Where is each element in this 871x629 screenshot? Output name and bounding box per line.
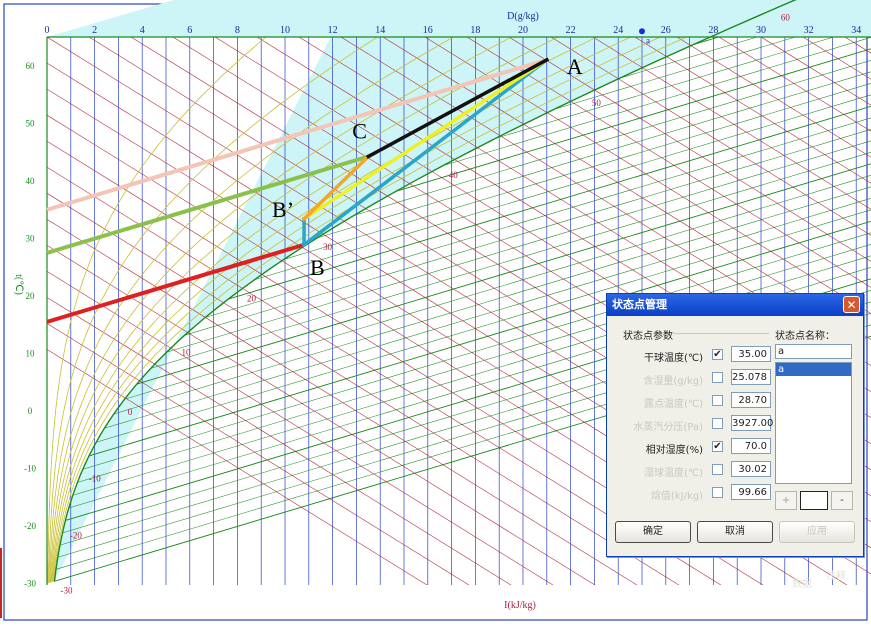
- x-tick-label: 34: [851, 25, 861, 36]
- param-label: 焓值(kJ/kg): [629, 487, 703, 502]
- x-tick-label: 30: [756, 25, 766, 36]
- param-checkbox[interactable]: ✔: [712, 441, 723, 452]
- enthalpy-label: 60: [781, 13, 791, 23]
- param-checkbox[interactable]: [712, 372, 723, 383]
- enthalpy-label: 20: [247, 294, 257, 304]
- enthalpy-label: 50: [592, 98, 602, 108]
- edge-marker: [0, 548, 2, 618]
- x-tick-label: 26: [661, 25, 671, 36]
- names-label: 状态点名称：: [775, 327, 835, 342]
- name-list[interactable]: a: [775, 362, 852, 484]
- point-label: A: [567, 54, 583, 79]
- cancel-button[interactable]: 取消: [697, 521, 773, 543]
- param-value-input[interactable]: 28.70: [731, 392, 771, 408]
- enthalpy-axis-title: I(kJ/kg): [504, 600, 536, 611]
- x-tick-label: 16: [423, 25, 433, 36]
- enthalpy-label: -20: [70, 531, 82, 541]
- param-row-wet-bulb: 湿球温度(℃) 30.02: [621, 461, 771, 479]
- apply-button[interactable]: 应用: [779, 521, 855, 543]
- param-row-relative-humidity: 相对湿度(%) ✔ 70.0: [621, 438, 771, 456]
- x-tick-label: 8: [235, 25, 240, 36]
- param-value-input[interactable]: 99.66: [731, 484, 771, 500]
- y-tick-label: -30: [24, 579, 36, 589]
- enthalpy-label: -30: [60, 585, 72, 595]
- point-label: C: [352, 118, 367, 143]
- group-divider: [673, 333, 769, 334]
- name-input[interactable]: a: [775, 344, 852, 359]
- group-label: 状态点参数: [623, 327, 673, 342]
- param-value-input[interactable]: 25.078: [731, 369, 771, 385]
- y-axis-title: t(℃): [13, 274, 24, 295]
- y-tick-label: 10: [26, 349, 36, 359]
- x-tick-label: 32: [804, 25, 814, 36]
- state-marker: [639, 28, 645, 34]
- y-tick-label: 30: [26, 234, 36, 244]
- param-value-input[interactable]: 30.02: [731, 461, 771, 477]
- y-tick-label: -20: [24, 521, 36, 531]
- state-marker-label: a: [646, 35, 650, 45]
- param-value-input[interactable]: 3927.00: [731, 415, 771, 431]
- param-label: 干球温度(℃): [629, 349, 703, 364]
- x-tick-label: 14: [375, 25, 385, 36]
- param-row-enthalpy: 焓值(kJ/kg) 99.66: [621, 484, 771, 502]
- x-tick-label: 22: [566, 25, 576, 36]
- enthalpy-label: 10: [181, 348, 191, 358]
- param-label: 相对湿度(%): [629, 441, 703, 456]
- state-point-dialog: 状态点管理 ✕ 状态点参数 干球温度(℃) ✔ 35.00 含湿量(g/kg) …: [606, 293, 864, 557]
- y-tick-label: -10: [24, 464, 36, 474]
- edit-point-button[interactable]: [800, 491, 828, 510]
- enthalpy-label: 40: [449, 170, 459, 180]
- param-value-input[interactable]: 70.0: [731, 438, 771, 454]
- dialog-titlebar: 状态点管理 ✕: [607, 294, 863, 316]
- x-tick-label: 6: [187, 25, 192, 36]
- x-tick-label: 20: [518, 25, 528, 36]
- enthalpy-label: 0: [128, 407, 133, 417]
- param-value-input[interactable]: 35.00: [731, 346, 771, 362]
- point-label: B’: [272, 197, 294, 222]
- x-tick-label: 0: [45, 25, 50, 36]
- param-checkbox[interactable]: [712, 395, 723, 406]
- add-point-button[interactable]: +: [775, 491, 797, 510]
- param-row-dry-bulb: 干球温度(℃) ✔ 35.00: [621, 346, 771, 364]
- y-tick-label: 20: [26, 291, 36, 301]
- x-tick-label: 4: [140, 25, 145, 36]
- confirm-button[interactable]: 确定: [615, 521, 691, 543]
- param-checkbox[interactable]: [712, 418, 723, 429]
- x-tick-label: 10: [280, 25, 290, 36]
- remove-point-button[interactable]: -: [831, 491, 853, 510]
- param-label: 露点温度(℃): [629, 395, 703, 410]
- x-tick-label: 18: [470, 25, 480, 36]
- param-row-dew-point: 露点温度(℃) 28.70: [621, 392, 771, 410]
- ghost-text: 注释: [826, 567, 846, 582]
- list-item[interactable]: a: [776, 363, 851, 376]
- y-tick-label: 50: [26, 119, 36, 129]
- point-label: B: [310, 255, 325, 280]
- ghost-text: 数据: [792, 575, 812, 590]
- param-checkbox[interactable]: [712, 464, 723, 475]
- x-tick-label: 2: [92, 25, 97, 36]
- param-checkbox[interactable]: ✔: [712, 349, 723, 360]
- close-icon[interactable]: ✕: [843, 296, 860, 313]
- param-checkbox[interactable]: [712, 487, 723, 498]
- x-axis-title: D(g/kg): [507, 11, 539, 22]
- x-tick-label: 28: [708, 25, 718, 36]
- x-tick-label: 12: [328, 25, 338, 36]
- param-row-moisture: 含湿量(g/kg) 25.078: [621, 369, 771, 387]
- y-tick-label: 60: [26, 61, 36, 71]
- param-label: 水蒸汽分压(Pa): [629, 418, 703, 433]
- param-row-vapor-pressure: 水蒸汽分压(Pa) 3927.00: [621, 415, 771, 433]
- dialog-title: 状态点管理: [612, 298, 667, 311]
- param-label: 含湿量(g/kg): [629, 372, 703, 387]
- y-tick-label: 40: [26, 176, 36, 186]
- y-tick-label: 0: [28, 406, 33, 416]
- enthalpy-label: 30: [323, 242, 333, 252]
- x-tick-label: 24: [613, 25, 623, 36]
- enthalpy-label: -10: [89, 473, 101, 483]
- param-label: 湿球温度(℃): [629, 464, 703, 479]
